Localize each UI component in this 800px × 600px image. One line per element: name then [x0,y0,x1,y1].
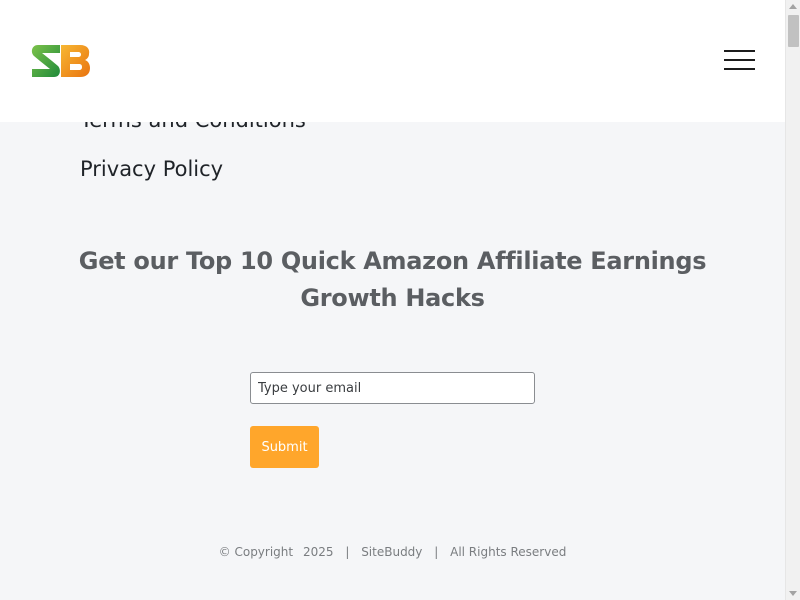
privacy-policy-link[interactable]: Privacy Policy [80,152,306,186]
submit-button[interactable]: Submit [250,426,319,468]
menu-bar-middle [724,59,755,61]
signup-headline: Get our Top 10 Quick Amazon Affiliate Ea… [78,247,707,312]
vertical-scrollbar[interactable] [785,0,800,600]
scroll-up-arrow-icon[interactable] [789,4,797,9]
hamburger-menu-icon[interactable] [724,50,756,72]
site-header [0,0,785,122]
footer-separator: | [434,545,439,559]
copyright-year: 2025 [302,545,334,559]
scrollbar-thumb[interactable] [788,15,799,47]
footer-separator: | [345,545,350,559]
email-field[interactable] [250,372,535,404]
site-name: SiteBuddy [361,545,423,559]
rights-text: All Rights Reserved [450,545,567,559]
menu-bar-top [724,50,755,52]
menu-bar-bottom [724,68,755,70]
copyright-footer: © Copyright 2025 | SiteBuddy | All Right… [0,545,785,559]
scroll-down-arrow-icon[interactable] [789,591,797,596]
page: Terms and Conditions Privacy Policy [0,0,785,600]
logo-icon [31,45,90,77]
copyright-text: © Copyright [218,545,294,559]
sitebuddy-logo[interactable] [30,43,92,79]
